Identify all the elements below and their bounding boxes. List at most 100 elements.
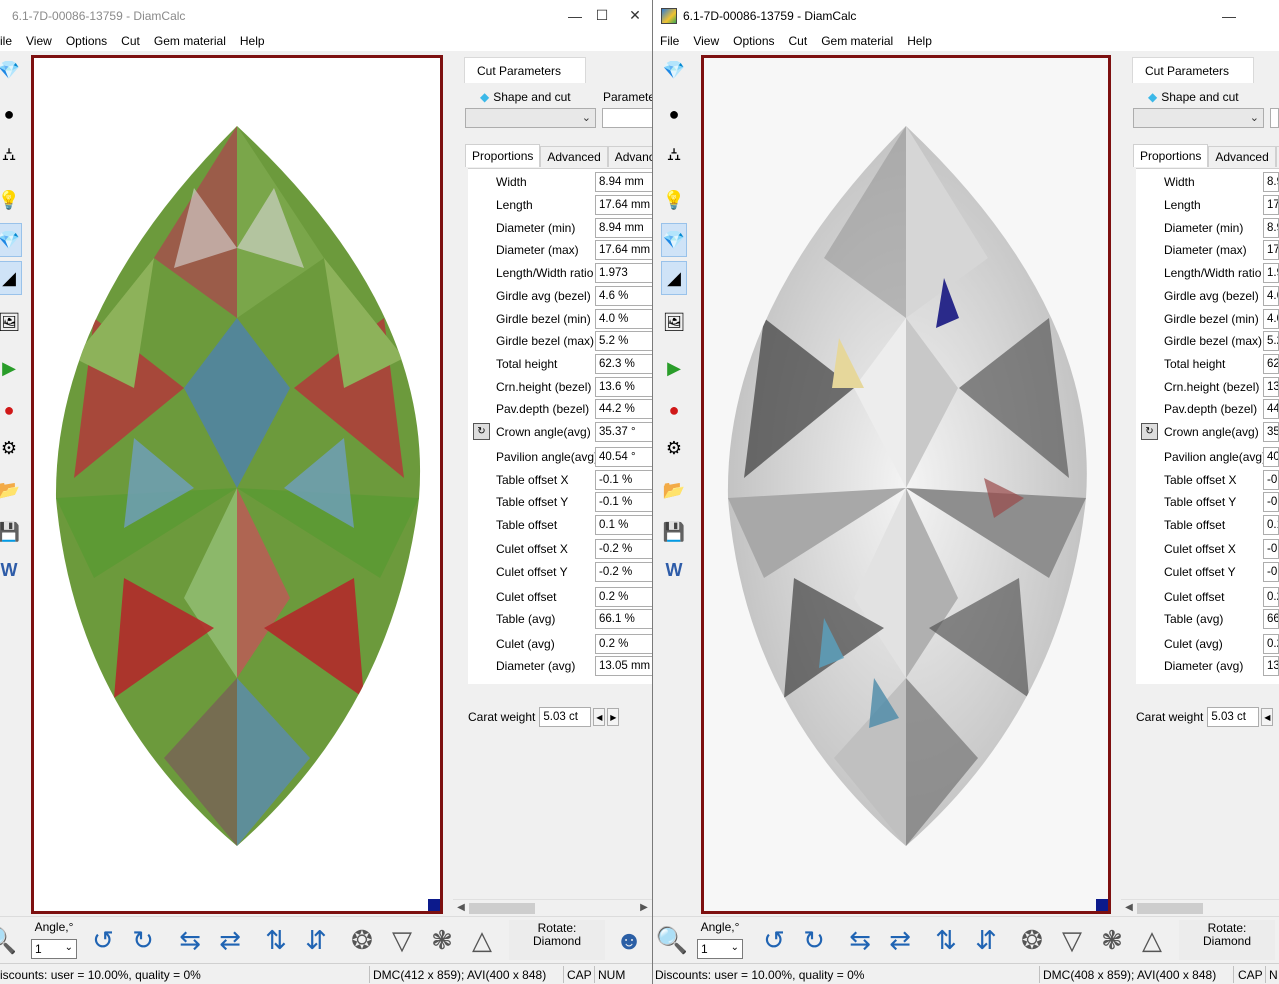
flip-v2-icon[interactable]: ⇵	[299, 923, 333, 957]
carat-decrease-button[interactable]: ◀	[1261, 708, 1274, 726]
diamond-icon[interactable]: 💎	[0, 53, 22, 87]
play-film-icon[interactable]: ▶	[0, 351, 22, 385]
record-film-icon[interactable]: ●	[0, 393, 22, 427]
flip-v-icon[interactable]: ⇅	[929, 923, 963, 957]
menu-file[interactable]: ile	[0, 34, 19, 48]
light-bulb-icon[interactable]: 💡	[0, 183, 22, 217]
open-folder-icon[interactable]: 📂	[661, 473, 687, 507]
proportion-value-field[interactable]: 8.94 mm	[595, 218, 652, 238]
proportion-value-field[interactable]: 5.2 %	[1263, 331, 1279, 351]
proportion-value-field[interactable]: 35.37 °	[1263, 422, 1279, 442]
carat-weight-field[interactable]: 5.03 ct	[1207, 707, 1260, 727]
diamond-icon[interactable]: 💎	[661, 53, 687, 87]
carat-decrease-button[interactable]: ◀	[593, 708, 606, 726]
proportion-value-field[interactable]: -0.2 %	[595, 539, 652, 559]
save-icon[interactable]: 💾	[0, 515, 22, 549]
proportion-value-field[interactable]: -0.2 %	[1263, 539, 1279, 559]
proportion-value-field[interactable]: 4.0 %	[595, 309, 652, 329]
lock-toggle-icon[interactable]: ↻	[1141, 423, 1158, 440]
scroll-left-arrow-icon[interactable]: ◀	[455, 900, 467, 916]
wheel-icon[interactable]: ⚙	[661, 431, 687, 465]
rotate-right-icon[interactable]: ↻	[797, 923, 831, 957]
close-button[interactable]: ✕	[617, 0, 652, 31]
flip-h2-icon[interactable]: ⇄	[213, 923, 247, 957]
word-doc-icon[interactable]: W	[0, 553, 22, 587]
lock-toggle-icon[interactable]: ↻	[473, 423, 490, 440]
bottom-view-icon[interactable]: ❃	[425, 923, 459, 957]
proportion-value-field[interactable]: 35.37 °	[595, 422, 652, 442]
menu-view[interactable]: View	[19, 34, 59, 48]
zoom-icon[interactable]: 🔍	[0, 923, 18, 957]
proportion-value-field[interactable]: 66.1 %	[595, 609, 652, 629]
proportion-value-field[interactable]: 0.2 %	[1263, 634, 1279, 654]
scroll-left-arrow-icon[interactable]: ◀	[1123, 900, 1135, 916]
proportion-value-field[interactable]: 17.64 mm	[595, 240, 652, 260]
proportion-value-field[interactable]: 13.6 %	[1263, 377, 1279, 397]
proportion-value-field[interactable]: 0.2 %	[1263, 587, 1279, 607]
proportion-value-field[interactable]: 62.3 %	[1263, 354, 1279, 374]
carat-increase-button[interactable]: ▶	[607, 708, 620, 726]
image-icon[interactable]: 🖼	[661, 305, 687, 339]
diamond-view-icon[interactable]: 💎	[0, 223, 22, 257]
spectrum-icon[interactable]: ◢	[661, 261, 687, 295]
rotate-left-icon[interactable]: ↺	[757, 923, 791, 957]
rotate-left-icon[interactable]: ↺	[86, 923, 120, 957]
menu-options[interactable]: Options	[726, 34, 781, 48]
side-view-icon[interactable]: ▽	[1055, 923, 1089, 957]
proportion-value-field[interactable]: -0.2 %	[1263, 562, 1279, 582]
open-folder-icon[interactable]: 📂	[0, 473, 22, 507]
gem-viewport[interactable]	[31, 55, 443, 914]
save-icon[interactable]: 💾	[661, 515, 687, 549]
paint-bucket-icon[interactable]: ⛼	[0, 139, 22, 173]
shape-cut-dropdown[interactable]: ⌄	[1133, 108, 1264, 128]
flip-h-icon[interactable]: ⇆	[173, 923, 207, 957]
proportion-value-field[interactable]: 1.973	[1263, 263, 1279, 283]
diamond-view-icon[interactable]: 💎	[661, 223, 687, 257]
gem-viewport[interactable]	[701, 55, 1111, 914]
tab-cut-parameters[interactable]: Cut Parameters	[1132, 57, 1254, 83]
proportion-value-field[interactable]: 66.1 %	[1263, 609, 1279, 629]
menu-cut[interactable]: Cut	[782, 34, 815, 48]
spectrum-icon[interactable]: ◢	[0, 261, 22, 295]
menu-help[interactable]: Help	[900, 34, 939, 48]
proportion-value-field[interactable]: 0.2 %	[595, 634, 652, 654]
proportion-value-field[interactable]: 0.1 %	[1263, 515, 1279, 535]
top-view-icon[interactable]: ❂	[1015, 923, 1049, 957]
flip-h-icon[interactable]: ⇆	[843, 923, 877, 957]
parameters-field[interactable]	[1270, 108, 1279, 128]
tab-cut-parameters[interactable]: Cut Parameters	[464, 57, 586, 83]
sphere-icon[interactable]: ●	[661, 97, 687, 131]
angle-select[interactable]: 1 ⌄	[697, 939, 743, 959]
carat-weight-field[interactable]: 5.03 ct	[539, 707, 592, 727]
menu-gem-material[interactable]: Gem material	[814, 34, 900, 48]
proportion-value-field[interactable]: 62.3 %	[595, 354, 652, 374]
angle-select[interactable]: 1 ⌄	[31, 939, 77, 959]
flip-h2-icon[interactable]: ⇄	[883, 923, 917, 957]
scroll-right-arrow-icon[interactable]: ▶	[638, 900, 650, 916]
sphere-icon[interactable]: ●	[0, 97, 22, 131]
shape-cut-dropdown[interactable]: ⌄	[465, 108, 596, 128]
minimize-button[interactable]: —	[1206, 0, 1252, 31]
rotate-mode-display[interactable]: Rotate: Diamond	[509, 920, 605, 960]
proportion-value-field[interactable]: -0.2 %	[595, 562, 652, 582]
light-bulb-icon[interactable]: 💡	[661, 183, 687, 217]
tab-advanced[interactable]: Advanced	[540, 146, 608, 167]
side-view-icon[interactable]: ▽	[385, 923, 419, 957]
image-icon[interactable]: 🖼	[0, 305, 22, 339]
proportion-value-field[interactable]: 44.2 %	[595, 399, 652, 419]
play-film-icon[interactable]: ▶	[661, 351, 687, 385]
proportion-value-field[interactable]: 8.94 mm	[1263, 218, 1279, 238]
scroll-thumb[interactable]	[469, 903, 535, 914]
proportion-value-field[interactable]: 40.54 °	[1263, 447, 1279, 467]
pavilion-view-icon[interactable]: △	[1135, 923, 1169, 957]
proportion-value-field[interactable]: 17.64 mm	[1263, 240, 1279, 260]
wheel-icon[interactable]: ⚙	[0, 431, 22, 465]
proportion-value-field[interactable]: -0.1 %	[1263, 492, 1279, 512]
proportion-value-field[interactable]: 44.2 %	[1263, 399, 1279, 419]
bottom-view-icon[interactable]: ❃	[1095, 923, 1129, 957]
tab-proportions[interactable]: Proportions	[465, 144, 541, 167]
panel-horizontal-scrollbar[interactable]: ◀	[1121, 899, 1279, 915]
proportion-value-field[interactable]: 0.2 %	[595, 587, 652, 607]
tab-advanced[interactable]: Advanced	[1208, 146, 1276, 167]
proportion-value-field[interactable]: -0.1 %	[595, 470, 652, 490]
